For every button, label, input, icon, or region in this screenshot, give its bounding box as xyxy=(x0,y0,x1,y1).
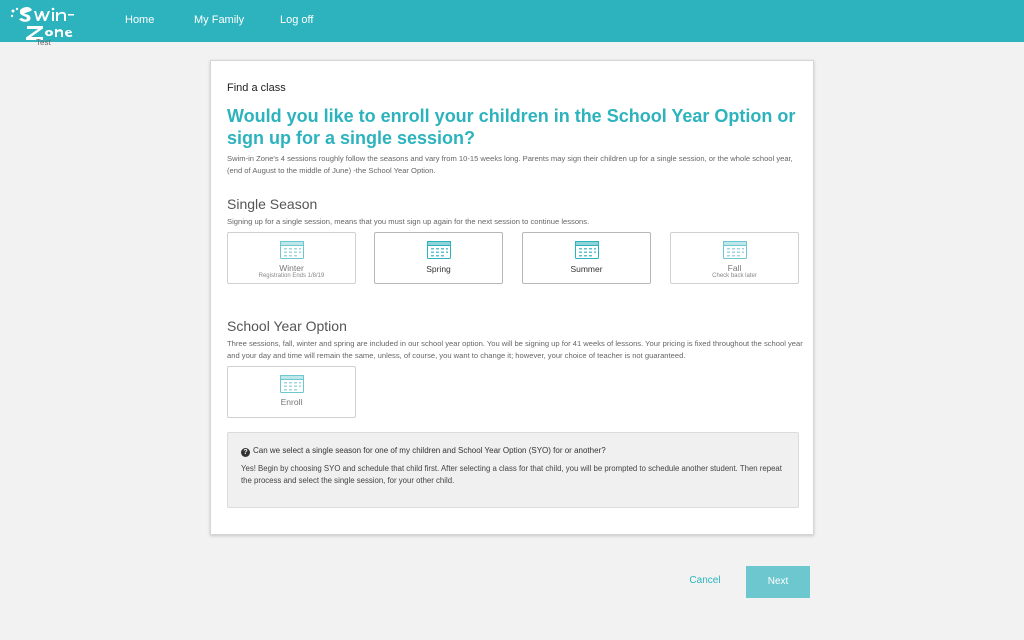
season-label: Fall xyxy=(727,263,742,273)
question-circle-icon: ? xyxy=(241,448,250,457)
user-tag: Test xyxy=(36,38,51,47)
cancel-button[interactable]: Cancel xyxy=(680,575,730,589)
season-sublabel: Registration Ends 1/8/19 xyxy=(258,273,325,279)
season-option-winter[interactable]: Winter Registration Ends 1/8/19 xyxy=(227,232,356,284)
school-year-option-title: School Year Option xyxy=(227,318,347,334)
calendar-icon xyxy=(723,241,747,259)
single-season-text: Signing up for a single session, means t… xyxy=(227,217,590,226)
faq-question-text: Can we select a single season for one of… xyxy=(253,446,606,455)
season-label: Summer xyxy=(570,264,603,274)
faq-box: ? Can we select a single season for one o… xyxy=(227,432,799,508)
faq-question: ? Can we select a single season for one o… xyxy=(241,446,606,457)
season-sublabel: Check back later xyxy=(712,273,757,279)
season-option-spring[interactable]: Spring xyxy=(374,232,503,284)
season-option-fall[interactable]: Fall Check back later xyxy=(670,232,799,284)
intro-text: Swim-in Zone's 4 sessions roughly follow… xyxy=(227,154,793,175)
single-season-title: Single Season xyxy=(227,196,318,212)
nav-log-off[interactable]: Log off xyxy=(280,14,313,26)
season-label: Winter xyxy=(279,263,304,273)
card-eyebrow: Find a class xyxy=(227,82,286,94)
calendar-icon xyxy=(575,241,599,259)
season-option-summer[interactable]: Summer xyxy=(522,232,651,284)
faq-answer: Yes! Begin by choosing SYO and schedule … xyxy=(241,464,782,485)
calendar-icon xyxy=(280,375,304,393)
calendar-icon xyxy=(427,241,451,259)
nav-home[interactable]: Home xyxy=(125,14,154,26)
top-nav-bar: Home My Family Log off xyxy=(0,0,1024,42)
next-button[interactable]: Next xyxy=(746,566,810,598)
nav-my-family[interactable]: My Family xyxy=(194,14,244,26)
enroll-label: Enroll xyxy=(280,397,303,407)
swim-in-zone-logo[interactable] xyxy=(8,2,80,42)
enroll-school-year-button[interactable]: Enroll xyxy=(227,366,356,418)
season-label: Spring xyxy=(426,264,451,274)
calendar-icon xyxy=(280,241,304,259)
school-year-option-text: Three sessions, fall, winter and spring … xyxy=(227,339,803,360)
page-title: Would you like to enroll your children i… xyxy=(227,106,796,148)
find-class-card: Find a class Would you like to enroll yo… xyxy=(210,60,814,535)
